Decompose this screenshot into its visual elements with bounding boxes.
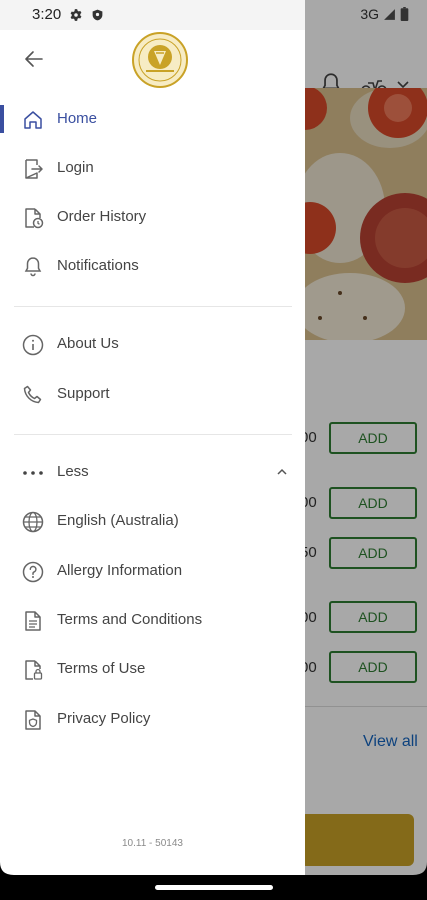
- more-horizontal-icon: [23, 471, 43, 475]
- phone-icon: [23, 385, 42, 404]
- menu-item-allergy-information[interactable]: Allergy Information: [0, 552, 305, 592]
- shield-icon: [92, 9, 103, 20]
- menu-item-label: English (Australia): [57, 512, 179, 529]
- battery-icon: [400, 7, 409, 21]
- signal-icon: [384, 8, 395, 20]
- menu-item-language[interactable]: English (Australia): [0, 502, 305, 542]
- menu-item-login[interactable]: Login: [0, 149, 305, 189]
- network-type: 3G: [360, 6, 379, 22]
- settings-gear-icon: [70, 8, 82, 21]
- document-lock-icon: [25, 660, 43, 680]
- status-bar: 3:20 3G: [0, 0, 427, 30]
- menu-item-label: Terms and Conditions: [57, 611, 203, 628]
- menu-item-privacy-policy[interactable]: Privacy Policy: [0, 700, 305, 740]
- globe-icon: [22, 511, 44, 533]
- less-toggle[interactable]: Less: [0, 453, 305, 493]
- menu-item-notifications[interactable]: Notifications: [0, 247, 305, 287]
- menu-item-order-history[interactable]: Order History: [0, 198, 305, 238]
- menu-item-label: Allergy Information: [57, 562, 183, 579]
- navigation-drawer: Home Login Order History Notifications A…: [0, 0, 305, 875]
- brand-logo: [132, 32, 188, 88]
- login-icon: [25, 159, 43, 179]
- divider: [14, 434, 292, 435]
- menu-item-home[interactable]: Home: [0, 100, 305, 140]
- privacy-icon: [25, 710, 41, 730]
- document-icon: [25, 611, 41, 631]
- menu-item-terms-of-use[interactable]: Terms of Use: [0, 650, 305, 690]
- bell-icon: [24, 257, 42, 277]
- divider: [14, 306, 292, 307]
- menu-item-label: About Us: [57, 335, 119, 352]
- order-history-icon: [25, 208, 44, 229]
- menu-item-label: Support: [57, 385, 110, 402]
- chevron-up-icon: [277, 468, 287, 475]
- menu-item-label: Home: [57, 110, 98, 127]
- system-navigation-bar: [0, 875, 427, 900]
- menu-item-support[interactable]: Support: [0, 375, 305, 415]
- menu-item-label: Terms of Use: [57, 660, 146, 677]
- menu-item-terms-and-conditions[interactable]: Terms and Conditions: [0, 601, 305, 641]
- menu-item-label: Privacy Policy: [57, 710, 151, 727]
- menu-item-label: Notifications: [57, 257, 139, 274]
- menu-item-label: Login: [57, 159, 94, 176]
- menu-item-label: Order History: [57, 208, 147, 225]
- status-right: 3G: [360, 6, 409, 22]
- status-left: 3:20: [32, 6, 104, 23]
- home-gesture-handle[interactable]: [155, 885, 273, 890]
- app-version: 10.11 - 50143: [122, 838, 183, 849]
- menu-item-about-us[interactable]: About Us: [0, 325, 305, 365]
- info-icon: [22, 334, 44, 356]
- status-time: 3:20: [32, 6, 62, 23]
- home-icon: [24, 111, 42, 129]
- help-circle-icon: [22, 561, 44, 583]
- back-arrow-icon[interactable]: [22, 47, 46, 71]
- less-label: Less: [57, 463, 89, 480]
